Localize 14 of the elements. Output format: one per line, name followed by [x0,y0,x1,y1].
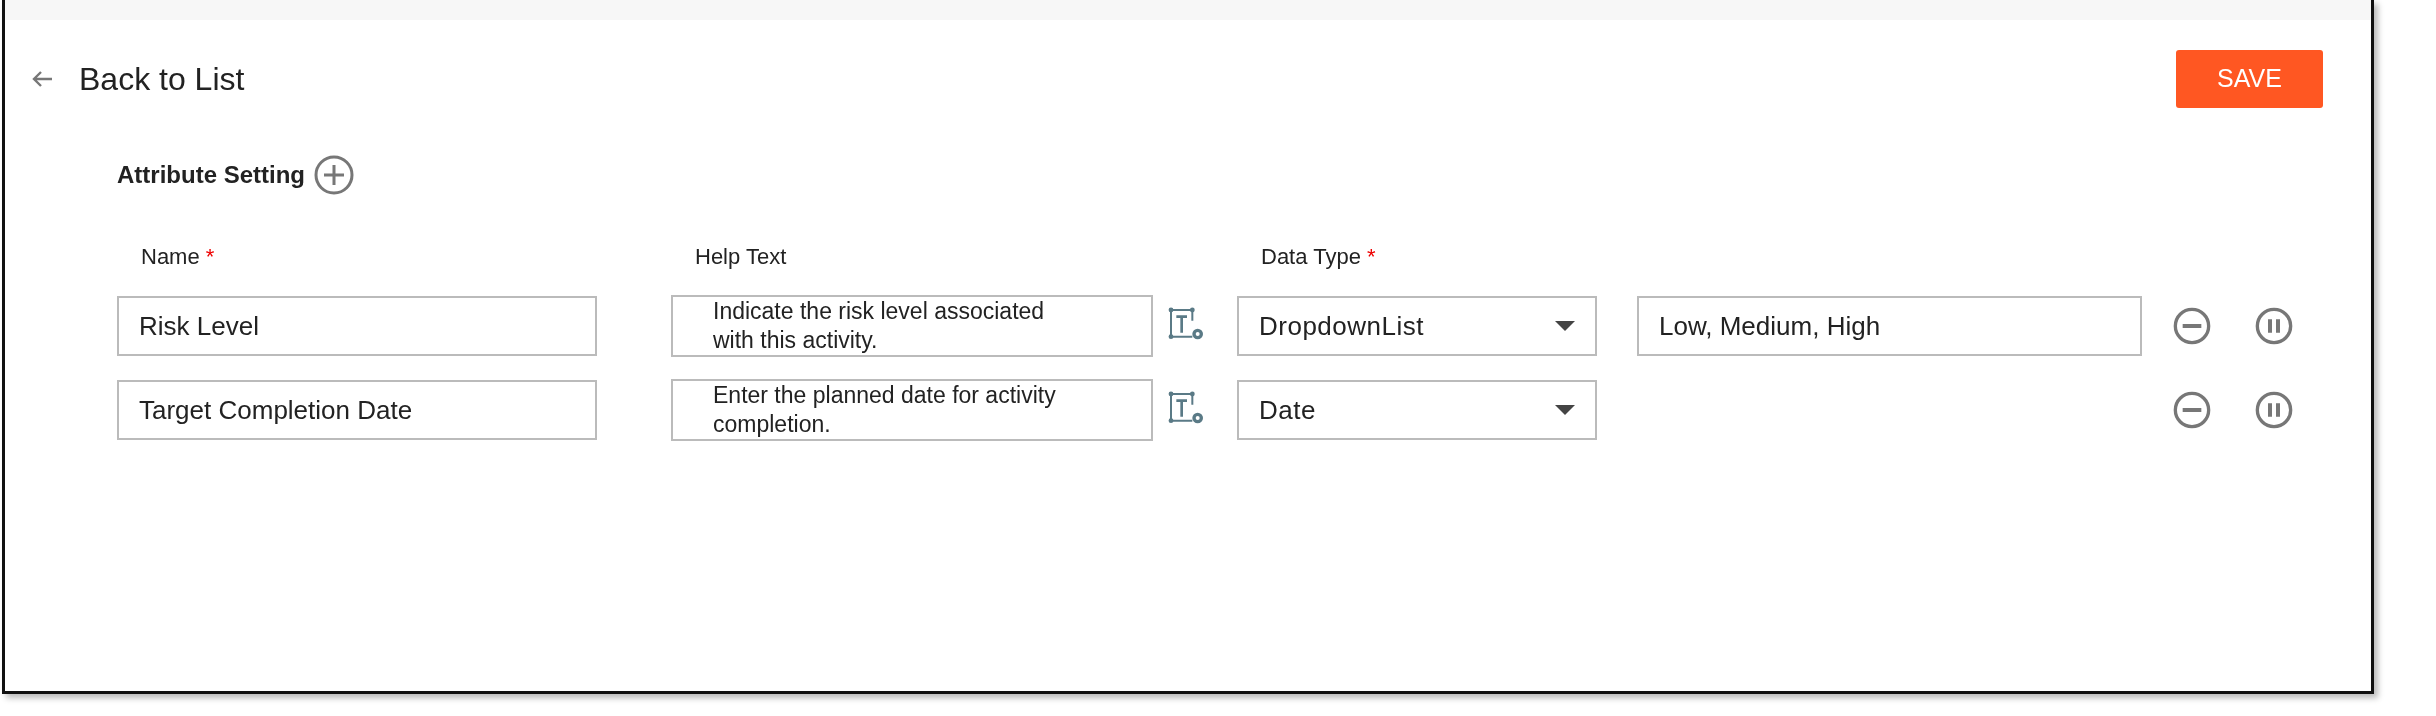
data-type-select[interactable]: Date [1237,380,1597,440]
name-field[interactable]: Target Completion Date [117,380,597,440]
column-label: Help Text [694,243,788,271]
data-type-select[interactable]: DropdownList [1237,296,1597,356]
options-field[interactable]: Low, Medium, High [1637,296,2142,356]
column-label: Data Type * [1260,243,1377,271]
name-field[interactable]: Risk Level [117,296,597,356]
help-text-field[interactable]: Indicate the risk level associated with this activity. [671,295,1153,357]
column-label: Name * [140,243,216,271]
section-title: Attribute Setting [117,160,305,190]
add-icon[interactable] [313,154,355,196]
back-link[interactable]: Back to List [31,55,245,103]
help-text-field[interactable]: Enter the planned date for activity completion. [671,379,1153,441]
back-arrow-icon [31,70,53,88]
